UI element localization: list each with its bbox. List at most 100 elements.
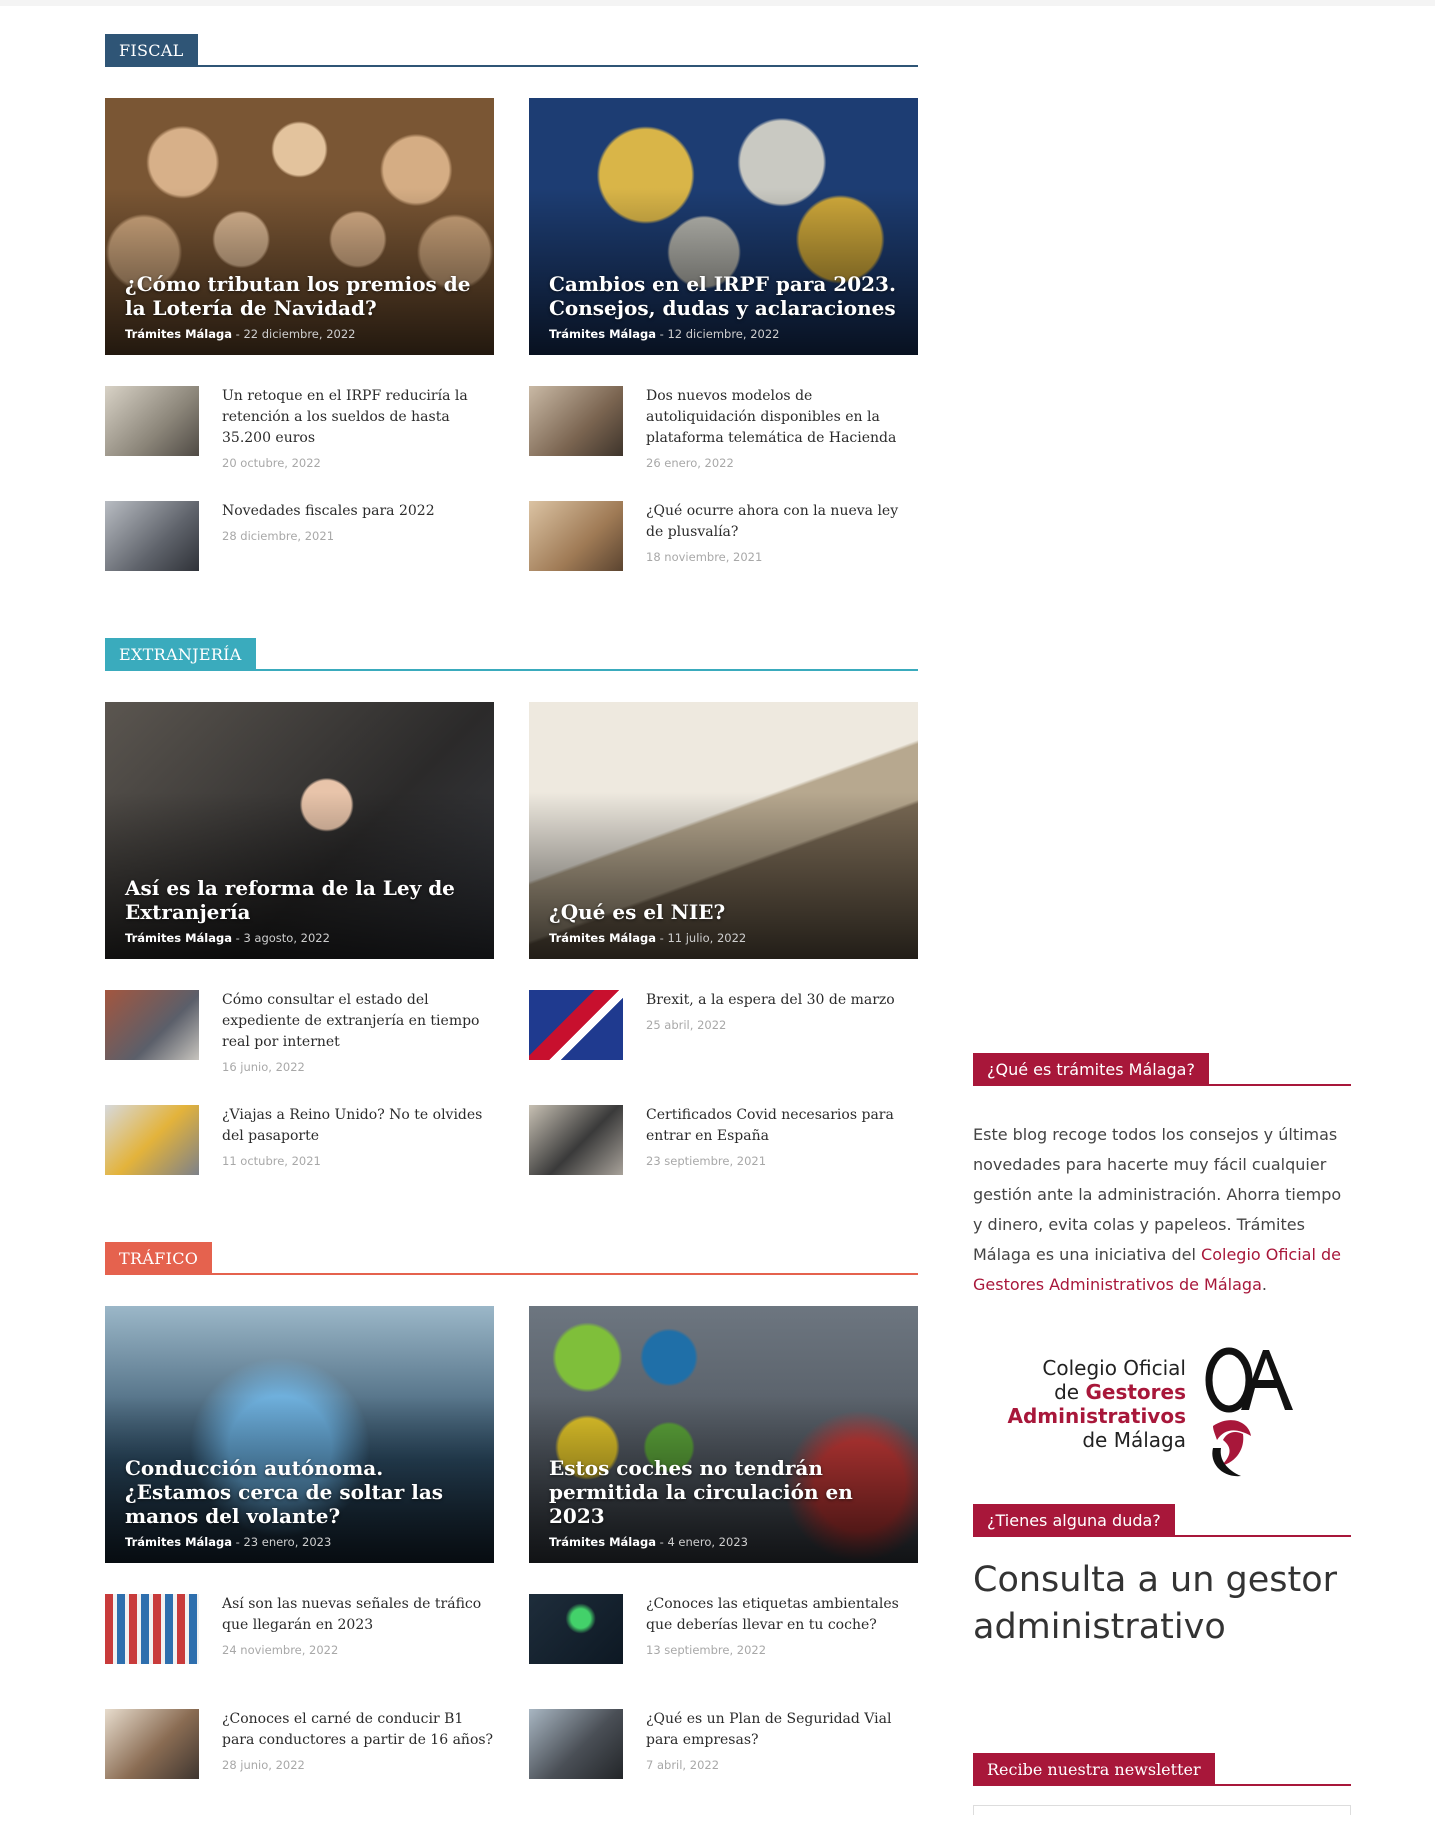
- article-date: 13 septiembre, 2022: [646, 1643, 767, 1657]
- featured-article[interactable]: Cambios en el IRPF para 2023. Consejos, …: [529, 98, 918, 355]
- article-date: 22 diciembre, 2022: [243, 327, 356, 341]
- article-date: 26 enero, 2022: [646, 456, 734, 470]
- article-date: 4 enero, 2023: [667, 1535, 748, 1549]
- article-thumbnail[interactable]: [529, 386, 623, 456]
- article-date: 11 julio, 2022: [667, 931, 747, 945]
- widget-header: ¿Tienes alguna duda?: [973, 1504, 1351, 1537]
- article-title[interactable]: Estos coches no tendrán permitida la cir…: [549, 1456, 898, 1528]
- article-date: 18 noviembre, 2021: [646, 550, 763, 564]
- article-thumbnail[interactable]: [105, 990, 199, 1060]
- list-item[interactable]: ¿Qué ocurre ahora con la nueva ley de pl…: [529, 501, 918, 601]
- newsletter-email-input[interactable]: [973, 1805, 1351, 1815]
- article-title[interactable]: Cómo consultar el estado del expediente …: [222, 992, 480, 1050]
- article-title[interactable]: Así es la reforma de la Ley de Extranjer…: [125, 876, 474, 924]
- doubt-widget-title: ¿Tienes alguna duda?: [973, 1504, 1175, 1537]
- widget-header: ¿Qué es trámites Málaga?: [973, 1053, 1351, 1086]
- newsletter-widget: Recibe nuestra newsletter: [973, 1753, 1351, 1815]
- sidebar: ¿Qué es trámites Málaga? Este blog recog…: [973, 1053, 1351, 1815]
- about-widget-title: ¿Qué es trámites Málaga?: [973, 1053, 1209, 1086]
- section-header: TRÁFICO: [105, 1242, 918, 1275]
- list-item[interactable]: Dos nuevos modelos de autoliquidación di…: [529, 386, 918, 486]
- article-title[interactable]: Cambios en el IRPF para 2023. Consejos, …: [549, 272, 898, 320]
- list-item[interactable]: Certificados Covid necesarios para entra…: [529, 1105, 918, 1205]
- featured-article[interactable]: ¿Cómo tributan los premios de la Lotería…: [105, 98, 494, 355]
- section-trafico: TRÁFICO Conducción autónoma. ¿Estamos ce…: [105, 1242, 918, 1826]
- article-title[interactable]: Así son las nuevas señales de tráfico qu…: [222, 1596, 481, 1633]
- article-title[interactable]: Un retoque en el IRPF reduciría la reten…: [222, 388, 468, 446]
- list-item[interactable]: ¿Conoces las etiquetas ambientales que d…: [529, 1594, 918, 1694]
- colegio-logo[interactable]: Colegio Oficial de Gestores Administrati…: [973, 1334, 1351, 1504]
- article-author: Trámites Málaga: [549, 327, 656, 341]
- article-thumbnail[interactable]: [105, 501, 199, 571]
- featured-article[interactable]: Estos coches no tendrán permitida la cir…: [529, 1306, 918, 1563]
- list-item[interactable]: Cómo consultar el estado del expediente …: [105, 990, 494, 1090]
- article-title[interactable]: Novedades fiscales para 2022: [222, 503, 435, 519]
- article-title[interactable]: ¿Conoces el carné de conducir B1 para co…: [222, 1711, 493, 1748]
- article-title[interactable]: Certificados Covid necesarios para entra…: [646, 1107, 894, 1144]
- section-tag[interactable]: TRÁFICO: [105, 1242, 213, 1275]
- article-author: Trámites Málaga: [549, 931, 656, 945]
- article-date: 12 diciembre, 2022: [667, 327, 780, 341]
- featured-article[interactable]: Conducción autónoma. ¿Estamos cerca de s…: [105, 1306, 494, 1563]
- list-item[interactable]: ¿Qué es un Plan de Seguridad Vial para e…: [529, 1709, 918, 1809]
- list-item[interactable]: Un retoque en el IRPF reduciría la reten…: [105, 386, 494, 486]
- list-item[interactable]: ¿Conoces el carné de conducir B1 para co…: [105, 1709, 494, 1809]
- newsletter-title: Recibe nuestra newsletter: [973, 1753, 1215, 1786]
- article-date: 28 diciembre, 2021: [222, 529, 335, 543]
- featured-article[interactable]: Así es la reforma de la Ley de Extranjer…: [105, 702, 494, 959]
- article-thumbnail[interactable]: [105, 1594, 199, 1664]
- article-title[interactable]: Brexit, a la espera del 30 de marzo: [646, 992, 895, 1008]
- consult-gestor-link[interactable]: Consulta a un gestor administrativo: [973, 1557, 1351, 1651]
- article-date: 20 octubre, 2022: [222, 456, 321, 470]
- article-thumbnail[interactable]: [105, 1709, 199, 1779]
- article-title[interactable]: Dos nuevos modelos de autoliquidación di…: [646, 388, 896, 446]
- article-thumbnail[interactable]: [529, 1594, 623, 1664]
- article-thumbnail[interactable]: [529, 1709, 623, 1779]
- section-tag[interactable]: EXTRANJERÍA: [105, 638, 256, 671]
- article-title[interactable]: ¿Qué ocurre ahora con la nueva ley de pl…: [646, 503, 898, 540]
- article-thumbnail[interactable]: [105, 386, 199, 456]
- top-border: [0, 0, 1435, 6]
- article-meta: Trámites Málaga - 22 diciembre, 2022: [125, 327, 356, 341]
- logo-text: Colegio Oficial de Gestores Administrati…: [1007, 1356, 1186, 1452]
- article-date: 23 septiembre, 2021: [646, 1154, 767, 1168]
- article-thumbnail[interactable]: [105, 1105, 199, 1175]
- about-text: Este blog recoge todos los consejos y úl…: [973, 1125, 1342, 1294]
- list-item[interactable]: Brexit, a la espera del 30 de marzo 25 ab…: [529, 990, 918, 1090]
- featured-article[interactable]: ¿Qué es el NIE? Trámites Málaga - 11 jul…: [529, 702, 918, 959]
- article-title[interactable]: ¿Qué es el NIE?: [549, 900, 898, 924]
- article-meta: Trámites Málaga - 11 julio, 2022: [549, 931, 747, 945]
- article-date: 11 octubre, 2021: [222, 1154, 321, 1168]
- article-date: 16 junio, 2022: [222, 1060, 305, 1074]
- article-meta: Trámites Málaga - 4 enero, 2023: [549, 1535, 748, 1549]
- article-date: 7 abril, 2022: [646, 1758, 720, 1772]
- list-item[interactable]: ¿Viajas a Reino Unido? No te olvides del…: [105, 1105, 494, 1205]
- main-content: FISCAL ¿Cómo tributan los premios de la …: [105, 34, 918, 1826]
- article-thumbnail[interactable]: [529, 501, 623, 571]
- article-meta: Trámites Málaga - 23 enero, 2023: [125, 1535, 332, 1549]
- section-header: EXTRANJERÍA: [105, 638, 918, 671]
- article-meta: Trámites Málaga - 3 agosto, 2022: [125, 931, 330, 945]
- section-tag[interactable]: FISCAL: [105, 34, 198, 67]
- article-meta: Trámites Málaga - 12 diciembre, 2022: [549, 327, 780, 341]
- article-thumbnail[interactable]: [529, 990, 623, 1060]
- article-date: 23 enero, 2023: [243, 1535, 332, 1549]
- section-extranjeria: EXTRANJERÍA Así es la reforma de la Ley …: [105, 638, 918, 1242]
- article-date: 25 abril, 2022: [646, 1018, 727, 1032]
- article-title[interactable]: ¿Cómo tributan los premios de la Lotería…: [125, 272, 474, 320]
- article-author: Trámites Málaga: [125, 931, 232, 945]
- article-date: 28 junio, 2022: [222, 1758, 305, 1772]
- article-title[interactable]: ¿Conoces las etiquetas ambientales que d…: [646, 1596, 899, 1633]
- article-title[interactable]: Conducción autónoma. ¿Estamos cerca de s…: [125, 1456, 474, 1528]
- section-fiscal: FISCAL ¿Cómo tributan los premios de la …: [105, 34, 918, 638]
- article-date: 3 agosto, 2022: [243, 931, 330, 945]
- list-item[interactable]: Así son las nuevas señales de tráfico qu…: [105, 1594, 494, 1694]
- article-thumbnail[interactable]: [529, 1105, 623, 1175]
- article-title[interactable]: ¿Viajas a Reino Unido? No te olvides del…: [222, 1107, 482, 1144]
- widget-header: Recibe nuestra newsletter: [973, 1753, 1351, 1786]
- list-item[interactable]: Novedades fiscales para 2022 28 diciembre…: [105, 501, 494, 601]
- article-author: Trámites Málaga: [125, 327, 232, 341]
- article-title[interactable]: ¿Qué es un Plan de Seguridad Vial para e…: [646, 1711, 891, 1748]
- article-author: Trámites Málaga: [549, 1535, 656, 1549]
- logo-mark-icon: [1205, 1347, 1293, 1477]
